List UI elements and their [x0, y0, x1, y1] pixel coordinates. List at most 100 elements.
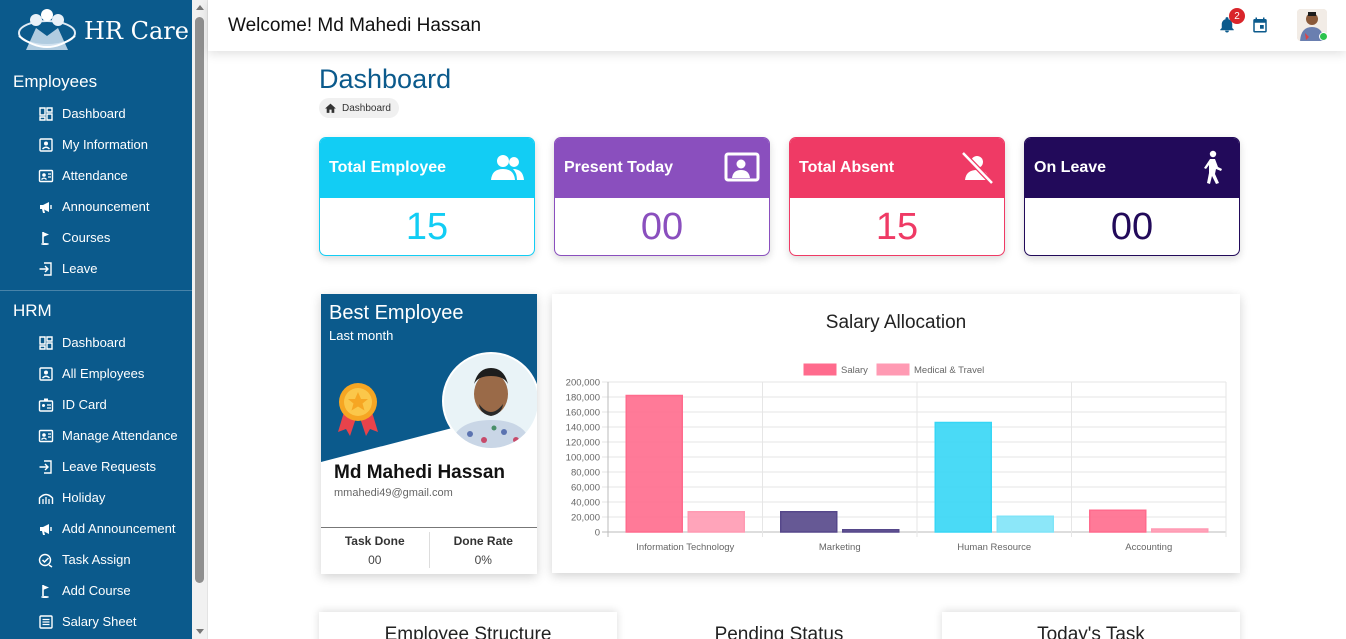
- hrm-section-title: HRM: [13, 301, 52, 320]
- stat-value: 15: [405, 206, 449, 248]
- y-tick-label: 0: [595, 528, 600, 539]
- bridge-icon: [38, 490, 54, 506]
- sidebar-item-label: Leave: [62, 261, 98, 276]
- stat-value: 15: [875, 206, 919, 248]
- stat-label: Present Today: [564, 159, 674, 176]
- user-card-icon: [38, 366, 54, 382]
- stat-card-on-leave[interactable]: On Leave 00: [1024, 137, 1240, 256]
- y-tick-label: 20,000: [571, 513, 600, 524]
- bar: [1151, 528, 1209, 533]
- logo-icon: [18, 9, 76, 50]
- sidebar-item-all-employees[interactable]: All Employees: [0, 358, 192, 389]
- y-tick-label: 160,000: [566, 408, 600, 419]
- pending-status-title: Pending Status: [714, 624, 844, 639]
- sidebar-item-task-assign[interactable]: Task Assign: [0, 544, 192, 575]
- sidebar-item-announcement[interactable]: Announcement: [0, 191, 192, 222]
- user-off-icon: [961, 151, 994, 185]
- stat-value: 00: [640, 206, 684, 248]
- x-tick-label: Marketing: [819, 542, 861, 553]
- calendar-icon[interactable]: [1251, 16, 1269, 34]
- id-card-icon: [38, 397, 54, 413]
- users-icon: [491, 155, 524, 180]
- done-rate-stat: Done Rate 0%: [428, 532, 538, 568]
- sidebar-item-label: Add Announcement: [62, 521, 176, 536]
- legend-swatch: [803, 363, 837, 376]
- sidebar-item-attendance[interactable]: Attendance: [0, 160, 192, 191]
- bar: [842, 529, 900, 533]
- sidebar-item-my-information[interactable]: My Information: [0, 129, 192, 160]
- medal-icon: [338, 383, 378, 436]
- attendance-icon: [38, 168, 54, 184]
- sidebar-item-label: All Employees: [62, 366, 145, 381]
- done-rate-value: 0%: [474, 553, 492, 567]
- x-tick-label: Human Resource: [957, 542, 1031, 553]
- bar: [780, 511, 838, 533]
- sidebar-item-label: ID Card: [62, 397, 107, 412]
- breadcrumb[interactable]: Dashboard: [319, 98, 399, 118]
- y-tick-label: 100,000: [566, 453, 600, 464]
- stat-card-present-today[interactable]: Present Today 00: [554, 137, 770, 256]
- stat-card-total-absent[interactable]: Total Absent 15: [789, 137, 1005, 256]
- sidebar-item-courses[interactable]: Courses: [0, 222, 192, 253]
- y-tick-label: 200,000: [566, 378, 600, 389]
- sidebar-item-label: Announcement: [62, 199, 150, 214]
- attendance-icon: [38, 428, 54, 444]
- sidebar-item-dashboard[interactable]: Dashboard: [0, 327, 192, 358]
- sidebar-item-leave[interactable]: Leave: [0, 253, 192, 284]
- bar: [934, 421, 992, 533]
- sidebar-item-label: Attendance: [62, 168, 128, 183]
- golf-flag-icon: [38, 230, 54, 246]
- stat-card-total-employee[interactable]: Total Employee 15: [319, 137, 535, 256]
- scroll-up-arrow[interactable]: [196, 5, 204, 10]
- sidebar-item-manage-attendance[interactable]: Manage Attendance: [0, 420, 192, 451]
- x-tick-label: Accounting: [1125, 542, 1172, 553]
- sidebar-item-label: Leave Requests: [62, 459, 156, 474]
- todays-task-title: Today's Task: [1037, 624, 1145, 639]
- presenter-icon: [724, 152, 760, 182]
- employee-structure-card: Employee Structure: [319, 612, 617, 639]
- sidebar-divider: [0, 290, 192, 291]
- scroll-thumb[interactable]: [195, 17, 204, 583]
- legend-swatch: [876, 363, 910, 376]
- sidebar-item-id-card[interactable]: ID Card: [0, 389, 192, 420]
- stat-label: Total Employee: [329, 159, 447, 176]
- sidebar-scrollbar[interactable]: [192, 0, 208, 639]
- y-tick-label: 80,000: [571, 468, 600, 479]
- salary-chart-card: Salary Allocation Salary Medical & Travel…: [552, 294, 1240, 573]
- sidebar-item-label: Dashboard: [62, 335, 126, 350]
- todays-task-card: Today's Task: [942, 612, 1240, 639]
- stat-label: On Leave: [1034, 159, 1107, 176]
- dashboard-icon: [38, 335, 54, 351]
- sidebar-item-salary-sheet[interactable]: Salary Sheet: [0, 606, 192, 637]
- bar: [687, 511, 745, 533]
- y-tick-label: 120,000: [566, 438, 600, 449]
- page-title: Dashboard: [319, 64, 452, 94]
- sidebar-item-label: Salary Sheet: [62, 614, 137, 629]
- brand[interactable]: HR Care: [0, 0, 192, 62]
- y-tick-label: 140,000: [566, 423, 600, 434]
- sidebar-item-dashboard[interactable]: Dashboard: [0, 98, 192, 129]
- bar: [625, 394, 683, 533]
- task-check-icon: [38, 552, 54, 568]
- megaphone-icon: [38, 199, 54, 215]
- bar: [996, 515, 1054, 533]
- employees-nav: Dashboard My Information Attendance Announc…: [0, 98, 192, 284]
- welcome-text: Welcome! Md Mahedi Hassan: [228, 14, 482, 36]
- sidebar-item-label: Holiday: [62, 490, 106, 505]
- bar: [1089, 509, 1147, 533]
- sidebar: HR Care Employees Dashboard My Informatio…: [0, 0, 192, 639]
- legend-label: Medical & Travel: [914, 365, 984, 376]
- sidebar-item-add-course[interactable]: Add Course: [0, 575, 192, 606]
- sidebar-item-holiday[interactable]: Holiday: [0, 482, 192, 513]
- sidebar-item-label: Courses: [62, 230, 111, 245]
- employee-name: Md Mahedi Hassan: [334, 462, 506, 483]
- salary-chart: Salary Medical & Travel 200,000 180,000 160,…: [566, 363, 1227, 553]
- sidebar-item-leave-requests[interactable]: Leave Requests: [0, 451, 192, 482]
- dashboard-icon: [38, 106, 54, 122]
- legend-label: Salary: [841, 365, 868, 376]
- task-done-value: 00: [368, 553, 382, 567]
- scroll-down-arrow[interactable]: [196, 629, 204, 634]
- best-employee-card: Best Employee Last month Md Mahedi Hassa…: [321, 294, 537, 574]
- home-icon: [325, 103, 336, 113]
- sidebar-item-add-announcement[interactable]: Add Announcement: [0, 513, 192, 544]
